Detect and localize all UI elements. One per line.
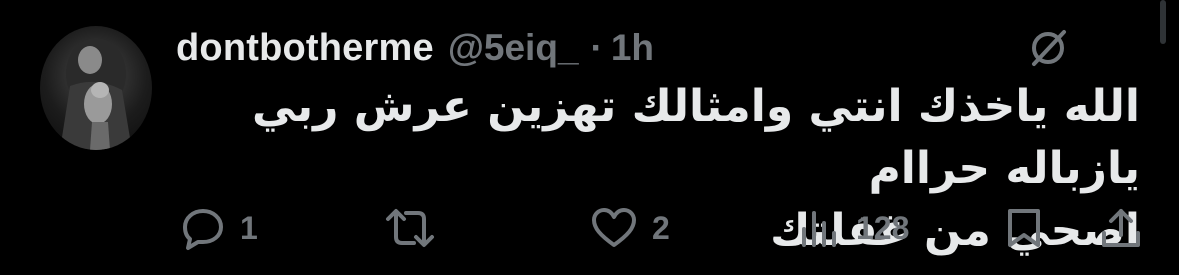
timestamp[interactable]: 1h bbox=[611, 27, 654, 69]
views-button[interactable]: 128 bbox=[798, 198, 909, 258]
display-name[interactable]: dontbotherme bbox=[176, 27, 434, 70]
scrollbar[interactable] bbox=[1160, 0, 1166, 44]
bookmark-button[interactable] bbox=[1004, 198, 1044, 258]
avatar-image bbox=[60, 38, 132, 150]
separator-dot: · bbox=[590, 27, 603, 68]
share-button[interactable] bbox=[1098, 198, 1144, 258]
bookmark-icon bbox=[1008, 209, 1040, 247]
avatar[interactable] bbox=[40, 26, 152, 150]
grok-icon[interactable] bbox=[1026, 26, 1070, 70]
tweet[interactable]: dontbotherme @5eiq_ · 1h الله ياخذك انتي… bbox=[0, 0, 1179, 275]
like-count: 2 bbox=[652, 209, 670, 246]
share-icon bbox=[1102, 209, 1140, 247]
heart-icon bbox=[592, 208, 636, 247]
views-count: 128 bbox=[856, 209, 910, 246]
retweet-icon bbox=[386, 209, 434, 247]
reply-icon bbox=[183, 209, 223, 250]
action-bar: 1 2 128 bbox=[0, 198, 1179, 258]
user-handle[interactable]: @5eiq_ bbox=[448, 27, 579, 69]
retweet-button[interactable] bbox=[384, 198, 450, 258]
tweet-header: dontbotherme @5eiq_ · 1h bbox=[176, 20, 654, 76]
reply-button[interactable]: 1 bbox=[180, 198, 258, 258]
views-icon bbox=[802, 211, 836, 247]
like-button[interactable]: 2 bbox=[590, 198, 670, 258]
reply-count: 1 bbox=[240, 209, 258, 246]
